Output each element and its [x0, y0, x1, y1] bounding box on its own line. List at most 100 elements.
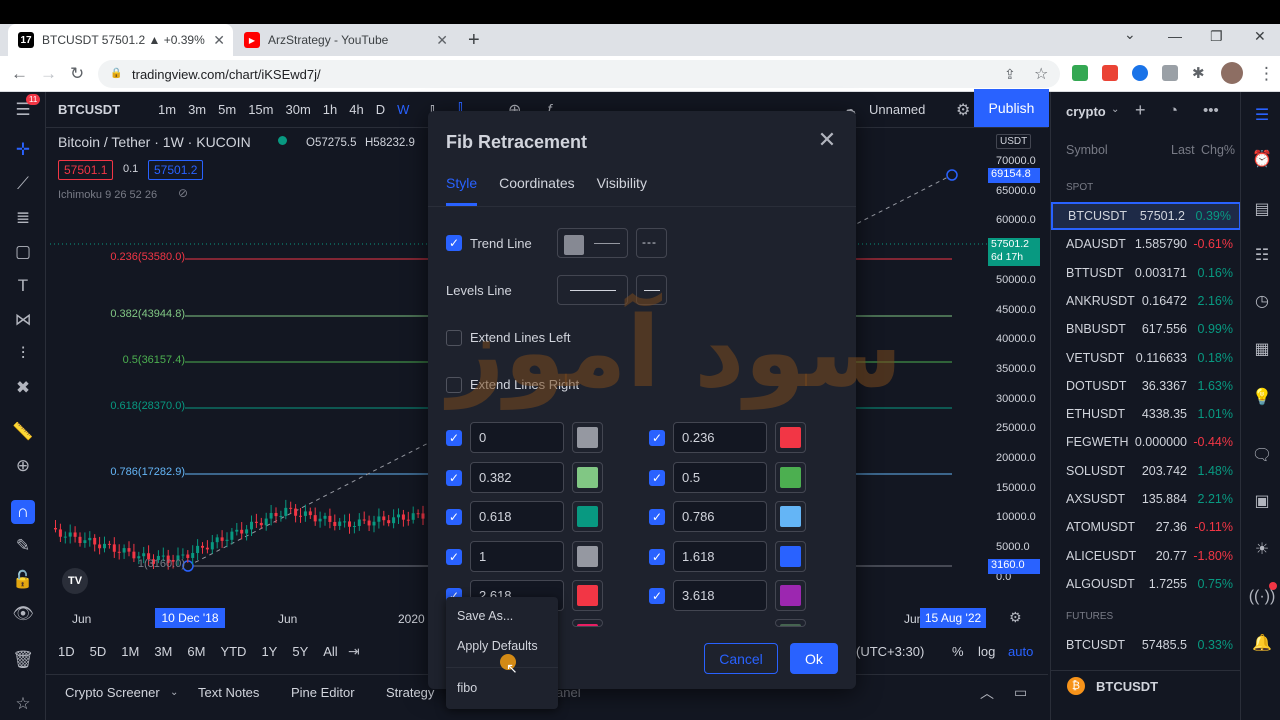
level-checkbox[interactable]: ✓ [649, 588, 665, 604]
level-value-input[interactable]: 3.618 [673, 580, 767, 611]
watchlist-row[interactable]: ALGOUSDT 1.7255 0.75% [1051, 570, 1241, 598]
extend-right-checkbox[interactable] [446, 377, 462, 393]
more-options-icon[interactable]: ••• [1203, 102, 1219, 119]
streams-icon[interactable]: ▣ [1251, 490, 1273, 512]
url-field[interactable]: 🔒 tradingview.com/chart/iKSEwd7j/ [98, 60, 1060, 88]
auto-scale-toggle[interactable]: auto [1008, 644, 1033, 659]
hide-indicator-icon[interactable]: ⊘ [178, 186, 188, 200]
level-value-input[interactable]: 0.382 [470, 461, 564, 493]
publish-button[interactable]: Publish [974, 89, 1049, 127]
watchlist-row[interactable]: VETUSDT 0.116633 0.18% [1051, 344, 1241, 372]
profile-avatar[interactable] [1221, 62, 1243, 84]
symbol-search[interactable]: BTCUSDT [58, 102, 120, 117]
interval-3m[interactable]: 3m [182, 102, 212, 117]
fib-tool-icon[interactable]: ≣ [11, 206, 35, 230]
levels-line-style-picker[interactable] [636, 275, 667, 305]
menu-template-fibo[interactable]: fibo [457, 681, 477, 695]
level-checkbox[interactable]: ✓ [446, 430, 462, 446]
tab-text-notes[interactable]: Text Notes [198, 685, 259, 700]
tab-coordinates[interactable]: Coordinates [499, 175, 575, 205]
level-color-picker[interactable] [572, 422, 603, 453]
news-icon[interactable]: ▤ [1251, 198, 1273, 220]
levels-line-width-picker[interactable] [557, 275, 628, 305]
level-checkbox[interactable]: ✓ [446, 548, 462, 565]
level-color-picker[interactable] [775, 580, 806, 611]
layout-name[interactable]: Unnamed [869, 102, 925, 117]
alerts-clock-icon[interactable]: ⏰ [1251, 148, 1273, 170]
level-color-picker[interactable] [775, 501, 806, 532]
watchlist-row[interactable]: AXSUSDT 135.884 2.21% [1051, 485, 1241, 513]
hide-drawings-icon[interactable]: 👁 [11, 602, 35, 626]
level-color-picker[interactable] [572, 540, 603, 572]
level-checkbox[interactable]: ✓ [649, 430, 665, 446]
bookmark-star-icon[interactable]: ☆ [1034, 64, 1048, 84]
settings-gear-icon[interactable]: ⚙ [956, 100, 970, 120]
tab-style[interactable]: Style [446, 175, 478, 206]
level-value-input[interactable]: 0.618 [470, 501, 564, 532]
watchlist-row[interactable]: ADAUSDT 1.585790 -0.61% [1051, 230, 1241, 258]
interval-W[interactable]: W [391, 102, 415, 117]
cancel-button[interactable]: Cancel [704, 643, 778, 674]
level-checkbox[interactable]: ✓ [649, 469, 665, 486]
chart-settings-icon[interactable]: ⚙ [1009, 609, 1022, 626]
interval-1m[interactable]: 1m [152, 102, 182, 117]
range-3m[interactable]: 3M [154, 644, 172, 659]
level-color-picker[interactable] [572, 501, 603, 532]
level-checkbox[interactable]: ✓ [649, 509, 665, 525]
interval-1h[interactable]: 1h [317, 102, 343, 117]
hotlists-icon[interactable]: ◷ [1251, 290, 1273, 312]
level-value-input[interactable]: 1 [470, 540, 564, 572]
broadcast-icon[interactable]: ((·)) [1249, 586, 1276, 608]
extension-green-icon[interactable] [1072, 65, 1088, 81]
watchlist-row[interactable]: ETHUSDT 4338.35 1.01% [1051, 400, 1241, 428]
level-color-picker[interactable] [572, 580, 603, 611]
range-ytd[interactable]: YTD [220, 644, 246, 659]
trend-line-checkbox[interactable]: ✓ [446, 235, 462, 251]
indicator-legend[interactable]: Ichimoku 9 26 52 26 [58, 189, 157, 201]
idea-bulb-icon[interactable]: ☀ [1251, 538, 1273, 560]
data-window-icon[interactable]: ☷ [1251, 244, 1273, 266]
minimize-icon[interactable]: — [1168, 28, 1182, 44]
goto-date-icon[interactable]: ⇥ [348, 643, 360, 660]
level-color-picker[interactable] [775, 461, 806, 493]
column-chg[interactable]: Chg% [1201, 143, 1235, 157]
range-all[interactable]: All [323, 644, 337, 659]
price-scale[interactable]: USDT 70000.065000.060000.055000.050000.0… [988, 128, 1046, 618]
level-color-picker[interactable] [775, 540, 806, 572]
watchlist-row[interactable]: ALICEUSDT 20.77 -1.80% [1051, 542, 1241, 570]
shapes-tool-icon[interactable]: ▢ [11, 240, 35, 264]
restore-icon[interactable]: ❐ [1210, 28, 1223, 45]
range-5y[interactable]: 5Y [292, 644, 308, 659]
chevron-down-icon[interactable]: ⌄ [170, 687, 178, 698]
tab-search-icon[interactable]: ⌄ [1124, 26, 1136, 43]
zoom-in-icon[interactable]: ⊕ [11, 454, 35, 478]
watchlist-row[interactable]: BTCUSDT 57501.2 0.39% [1051, 202, 1241, 230]
notifications-bell-icon[interactable]: 🔔 [1251, 632, 1273, 654]
chats-icon[interactable]: 🗨 [1251, 444, 1273, 466]
prediction-tool-icon[interactable]: ⫶ [11, 342, 35, 366]
trend-line-style-picker[interactable]: --- [636, 228, 667, 258]
sell-price-button[interactable]: 57501.1 [58, 160, 114, 180]
close-icon[interactable]: ✕ [816, 129, 838, 151]
extension-red-icon[interactable] [1102, 65, 1118, 81]
crosshair-icon[interactable]: ✛ [11, 138, 35, 162]
watchlist-row[interactable]: BTTUSDT 0.003171 0.16% [1051, 259, 1241, 287]
range-6m[interactable]: 6M [187, 644, 205, 659]
stay-drawing-icon[interactable]: ✎ [11, 534, 35, 558]
interval-5m[interactable]: 5m [212, 102, 242, 117]
ideas-icon[interactable]: 💡 [1251, 386, 1273, 408]
percent-scale-toggle[interactable]: % [952, 644, 964, 659]
watchlist-row[interactable]: SOLUSDT 203.742 1.48% [1051, 457, 1241, 485]
remove-icon[interactable]: ✖ [11, 376, 35, 400]
add-symbol-icon[interactable]: + [1135, 100, 1146, 121]
level-color-picker[interactable] [775, 422, 806, 453]
watchlist-row[interactable]: BNBUSDT 617.556 0.99% [1051, 315, 1241, 343]
advanced-view-icon[interactable]: ◔ [1169, 102, 1178, 119]
watchlist-row[interactable]: ANKRUSDT 0.16472 2.16% [1051, 287, 1241, 315]
interval-15m[interactable]: 15m [242, 102, 279, 117]
browser-tab-youtube[interactable]: ▶ ArzStrategy - YouTube ✕ [234, 24, 456, 56]
reload-icon[interactable]: ↻ [70, 64, 84, 84]
level-value-input[interactable]: 0 [470, 422, 564, 453]
level-checkbox[interactable]: ✓ [446, 509, 462, 525]
ruler-icon[interactable]: 📏 [11, 420, 35, 444]
